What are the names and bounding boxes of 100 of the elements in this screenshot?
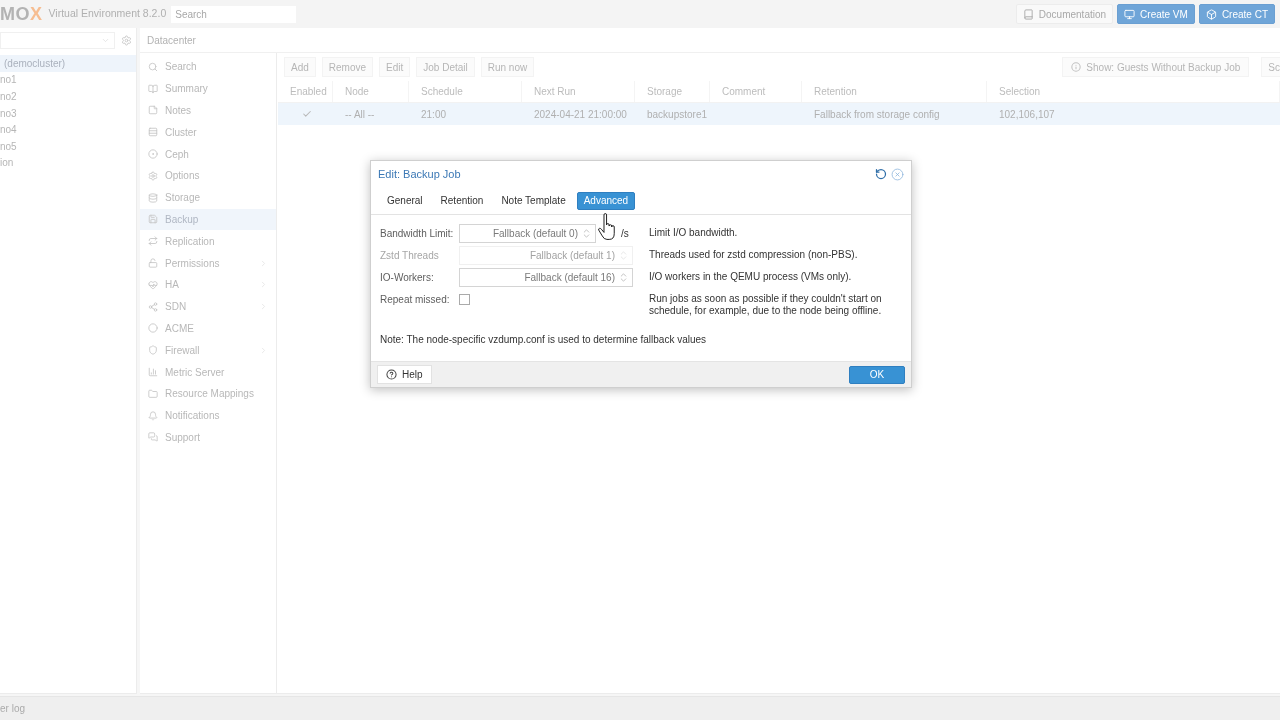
column-header[interactable]: Next Run [522,84,576,99]
menu-item[interactable]: Support [140,426,276,449]
toolbar-button[interactable]: Remove [321,57,374,77]
menu-item[interactable]: Storage [140,186,276,209]
tree-item[interactable]: no1 [0,71,136,89]
tab[interactable]: Retention [433,191,491,210]
info-icon [1071,62,1082,72]
monitor-icon [1124,8,1136,20]
note-text: Note: The node-specific vzdump.conf is used to determine fallback values [380,333,708,347]
shield-icon [148,345,158,356]
menu-item[interactable]: Resource Mappings [140,382,276,405]
repeat-icon [148,236,158,247]
database-icon [148,192,158,203]
cube-icon [1205,8,1217,20]
number-field[interactable]: Fallback (default 16) [459,267,633,287]
product-name: Virtual Environment 8.2.0 [48,6,167,22]
menu-item[interactable]: Notifications [140,404,276,427]
field-description: I/O workers in the QEMU process (VMs only). [649,271,853,283]
folder-icon [148,388,158,399]
bar-chart-icon [148,367,158,378]
menu-item[interactable]: Permissions [140,252,276,274]
column-header[interactable]: Storage [635,84,683,99]
field-description: Run jobs as soon as possible if they couldn't start on schedule, for example, due to the node being offline. [649,293,883,317]
column-header[interactable]: Selection [987,84,1041,99]
column-header[interactable]: Node [333,84,369,99]
column-header[interactable]: Enabled [278,84,327,99]
chat-bubbles-icon [148,432,158,443]
menu-item[interactable]: Replication [140,230,276,253]
help-icon [386,369,397,380]
field-label: Zstd Threads [380,248,439,263]
field-label: Bandwidth Limit: [380,226,454,241]
menu-item[interactable]: Ceph [140,143,276,165]
logo: MOX [0,5,43,23]
menu-item[interactable]: SDN [140,295,276,318]
menu-item[interactable]: Cluster [140,121,276,144]
toolbar-button[interactable]: Sc [1261,57,1280,77]
column-header[interactable]: Schedule [409,84,463,99]
settings-icon[interactable] [121,34,132,46]
column-header[interactable]: Comment [710,84,766,99]
search-field[interactable]: Search [171,5,297,23]
toolbar-button[interactable]: Add [284,57,316,77]
toolbar-button[interactable]: Show: Guests Without Backup Job [1062,57,1250,77]
table-cell-text: 102,106,107 [998,107,1055,122]
table-cell-text: 2024-04-21 21:00:00 [533,107,627,122]
tree-item[interactable]: no4 [0,121,136,138]
menu-item[interactable]: Summary [140,77,276,100]
field-label: Repeat missed: [380,292,450,307]
breadcrumb-title: Datacenter [147,33,196,48]
header-button[interactable]: Create VM [1117,4,1195,24]
table-cell-text: -- All -- [344,107,375,122]
unlocked-padlock-icon [148,258,158,269]
column-header[interactable]: Retention [802,84,857,99]
table-cell-text: Fallback from storage config [813,107,940,122]
book-icon [148,83,158,94]
field-description: Limit I/O bandwidth. [649,227,739,239]
number-field[interactable]: Fallback (default 0) [459,223,596,243]
menu-item[interactable]: Backup [140,208,276,231]
header-button[interactable]: Documentation [1015,4,1114,24]
circle-dot-icon [148,149,158,160]
tab[interactable]: Advanced [576,191,636,210]
spinner-arrows-icon[interactable] [581,227,592,239]
spinner-arrows-icon[interactable] [618,271,629,283]
toolbar-button[interactable]: Run now [480,57,535,77]
tree-item[interactable]: no5 [0,137,136,155]
tree-item[interactable]: no3 [0,104,136,122]
network-icon [148,301,158,312]
toolbar-button[interactable]: Job Detail [416,57,475,77]
tab[interactable]: Note Template [494,191,573,210]
search-icon [148,61,158,72]
note-icon [148,105,158,116]
tree-item[interactable]: (democluster) [0,55,136,72]
circle-icon [148,323,158,334]
field-description: Threads used for zstd compression (non-PBS). [649,249,859,261]
book-icon [1022,8,1034,20]
dialog-title: Edit: Backup Job [378,166,461,182]
bell-icon [148,410,158,421]
menu-item[interactable]: Firewall [140,339,276,362]
table-row[interactable]: -- All -- 21:00 2024-04-21 21:00:00 backupstore1 Fallback from storage config 102,106,107 [278,103,1280,125]
menu-item[interactable]: Search [140,56,276,78]
list-icon [148,127,158,138]
tab[interactable]: General [380,191,430,210]
menu-item[interactable]: Options [140,165,276,187]
reset-icon[interactable] [875,168,887,180]
status-bar-label: er log [0,702,25,716]
table-cell-text: 21:00 [420,107,447,122]
menu-item[interactable]: ACME [140,317,276,340]
checkbox[interactable] [459,293,470,305]
ok-button[interactable]: OK [849,365,905,384]
toolbar-button[interactable]: Edit [379,57,411,77]
help-button[interactable]: Help [377,365,432,384]
header-button[interactable]: Create CT [1198,4,1275,24]
tree-item[interactable]: no2 [0,88,136,105]
tree-item[interactable]: ion [0,154,136,172]
hand-cursor-icon [598,213,615,240]
menu-item[interactable]: HA [140,273,276,296]
heart-pulse-icon [148,279,158,290]
table-cell-text: backupstore1 [646,107,708,122]
unit-label: /s [621,226,629,241]
menu-item[interactable]: Metric Server [140,361,276,383]
menu-item[interactable]: Notes [140,99,276,122]
